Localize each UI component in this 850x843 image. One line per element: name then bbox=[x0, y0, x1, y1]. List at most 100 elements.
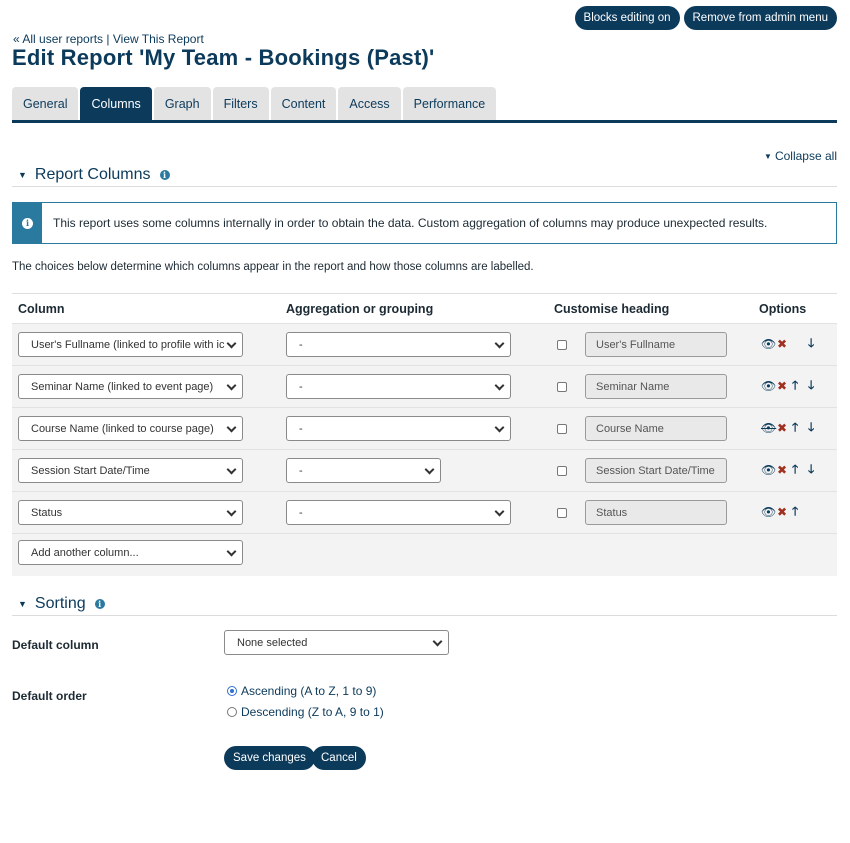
table-row: Seminar Name (linked to event page) - Se… bbox=[12, 366, 837, 408]
cancel-button[interactable]: Cancel bbox=[312, 746, 366, 770]
column-select[interactable]: Course Name (linked to course page) bbox=[18, 416, 243, 441]
customise-heading-checkbox[interactable] bbox=[557, 340, 567, 350]
eye-icon[interactable]: 👁 bbox=[761, 380, 776, 392]
report-columns-header[interactable]: ▼ Report Columns i bbox=[12, 163, 837, 187]
heading-input[interactable]: User's Fullname bbox=[585, 332, 727, 357]
delete-icon[interactable]: ✖ bbox=[777, 380, 787, 392]
chevron-down-icon bbox=[226, 422, 237, 433]
collapse-all-link[interactable]: ▼ Collapse all bbox=[764, 149, 837, 163]
default-column-select[interactable]: None selected bbox=[224, 630, 449, 655]
aggregation-select[interactable]: - bbox=[286, 374, 511, 399]
heading-input-value: Seminar Name bbox=[596, 380, 670, 393]
header-actions: Blocks editing on Remove from admin menu bbox=[574, 6, 837, 30]
eye-icon[interactable]: 👁 bbox=[761, 338, 776, 350]
alert-info-bar: i bbox=[13, 203, 42, 243]
page-title: Edit Report 'My Team - Bookings (Past)' bbox=[12, 45, 435, 70]
info-icon[interactable]: i bbox=[159, 169, 170, 180]
sorting-title: Sorting bbox=[34, 594, 86, 612]
arrow-down-icon[interactable]: 🡓 bbox=[808, 337, 814, 349]
chevron-down-icon bbox=[424, 464, 435, 475]
column-select[interactable]: Seminar Name (linked to event page) bbox=[18, 374, 243, 399]
column-header: Column bbox=[18, 302, 65, 316]
radio-ascending[interactable] bbox=[227, 686, 237, 696]
tab-bar: General Columns Graph Filters Content Ac… bbox=[12, 87, 837, 123]
report-columns-title: Report Columns bbox=[34, 165, 151, 183]
chevron-down-icon bbox=[226, 546, 237, 557]
delete-icon[interactable]: ✖ bbox=[777, 338, 787, 350]
arrow-up-icon[interactable]: 🡑 bbox=[792, 379, 798, 391]
tab-graph[interactable]: Graph bbox=[153, 87, 211, 120]
caret-down-icon: ▼ bbox=[764, 152, 772, 161]
tab-content[interactable]: Content bbox=[270, 87, 337, 120]
alert-text: This report uses some columns internally… bbox=[53, 216, 768, 230]
arrow-up-icon[interactable]: 🡑 bbox=[792, 463, 798, 475]
arrow-up-icon[interactable]: 🡑 bbox=[792, 505, 798, 517]
info-icon[interactable]: i bbox=[94, 598, 105, 609]
heading-input-value: Course Name bbox=[596, 422, 664, 435]
aggregation-select-value: - bbox=[299, 422, 303, 435]
aggregation-select[interactable]: - bbox=[286, 416, 511, 441]
arrow-down-icon[interactable]: 🡓 bbox=[808, 463, 814, 475]
all-user-reports-link[interactable]: « All user reports bbox=[13, 32, 103, 46]
heading-input[interactable]: Status bbox=[585, 500, 727, 525]
delete-icon[interactable]: ✖ bbox=[777, 464, 787, 476]
heading-input[interactable]: Course Name bbox=[585, 416, 727, 441]
heading-input-value: Session Start Date/Time bbox=[596, 464, 715, 477]
eye-slash-icon[interactable]: 👁 bbox=[761, 422, 776, 434]
arrow-down-icon[interactable]: 🡓 bbox=[808, 379, 814, 391]
eye-icon[interactable]: 👁 bbox=[761, 464, 776, 476]
add-column-select[interactable]: Add another column... bbox=[18, 540, 243, 565]
column-select-value: Course Name (linked to course page) bbox=[31, 422, 214, 435]
caret-down-icon: ▼ bbox=[18, 598, 27, 609]
column-select[interactable]: Status bbox=[18, 500, 243, 525]
aggregation-select[interactable]: - bbox=[286, 458, 441, 483]
delete-icon[interactable]: ✖ bbox=[777, 422, 787, 434]
customise-heading-checkbox[interactable] bbox=[557, 424, 567, 434]
default-column-label: Default column bbox=[12, 638, 99, 652]
tab-performance[interactable]: Performance bbox=[402, 87, 497, 120]
order-descending-label: Descending (Z to A, 9 to 1) bbox=[241, 705, 384, 719]
delete-icon[interactable]: ✖ bbox=[777, 506, 787, 518]
chevron-down-icon bbox=[226, 464, 237, 475]
collapse-all-label: Collapse all bbox=[774, 149, 837, 163]
eye-icon[interactable]: 👁 bbox=[761, 506, 776, 518]
customise-heading-checkbox[interactable] bbox=[557, 382, 567, 392]
view-this-report-link[interactable]: View This Report bbox=[113, 32, 204, 46]
order-ascending-option[interactable]: Ascending (A to Z, 1 to 9) bbox=[227, 684, 376, 698]
chevron-down-icon bbox=[494, 506, 505, 517]
aggregation-select[interactable]: - bbox=[286, 332, 511, 357]
arrow-down-icon[interactable]: 🡓 bbox=[808, 421, 814, 433]
aggregation-select-value: - bbox=[299, 338, 303, 351]
table-header-row: Column Aggregation or grouping Customise… bbox=[12, 294, 837, 324]
order-ascending-label: Ascending (A to Z, 1 to 9) bbox=[241, 684, 377, 698]
customise-heading-checkbox[interactable] bbox=[557, 466, 567, 476]
heading-input[interactable]: Seminar Name bbox=[585, 374, 727, 399]
column-select[interactable]: Session Start Date/Time bbox=[18, 458, 243, 483]
caret-down-icon: ▼ bbox=[18, 169, 27, 180]
breadcrumb-separator: | bbox=[106, 32, 110, 46]
column-select-value: User's Fullname (linked to profile with … bbox=[31, 338, 225, 351]
table-row: Course Name (linked to course page) - Co… bbox=[12, 408, 837, 450]
tab-filters[interactable]: Filters bbox=[212, 87, 269, 120]
tab-general[interactable]: General bbox=[12, 87, 79, 120]
default-order-label: Default order bbox=[12, 689, 87, 703]
aggregation-select-value: - bbox=[299, 506, 303, 519]
table-row: Session Start Date/Time - Session Start … bbox=[12, 450, 837, 492]
heading-input[interactable]: Session Start Date/Time bbox=[585, 458, 727, 483]
arrow-up-icon[interactable]: 🡑 bbox=[792, 421, 798, 433]
chevron-down-icon bbox=[432, 636, 443, 647]
save-changes-button[interactable]: Save changes bbox=[224, 746, 315, 770]
sorting-header[interactable]: ▼ Sorting i bbox=[12, 592, 837, 616]
order-descending-option[interactable]: Descending (Z to A, 9 to 1) bbox=[227, 705, 384, 719]
column-select[interactable]: User's Fullname (linked to profile with … bbox=[18, 332, 243, 357]
remove-admin-menu-button[interactable]: Remove from admin menu bbox=[683, 6, 837, 30]
blocks-editing-button[interactable]: Blocks editing on bbox=[574, 6, 680, 30]
radio-descending[interactable] bbox=[227, 707, 237, 717]
tab-columns[interactable]: Columns bbox=[80, 87, 152, 120]
heading-input-value: User's Fullname bbox=[596, 338, 676, 351]
customise-heading-checkbox[interactable] bbox=[557, 508, 567, 518]
tab-access[interactable]: Access bbox=[338, 87, 401, 120]
columns-table: Column Aggregation or grouping Customise… bbox=[12, 293, 837, 576]
aggregation-select[interactable]: - bbox=[286, 500, 511, 525]
chevron-down-icon bbox=[226, 338, 237, 349]
